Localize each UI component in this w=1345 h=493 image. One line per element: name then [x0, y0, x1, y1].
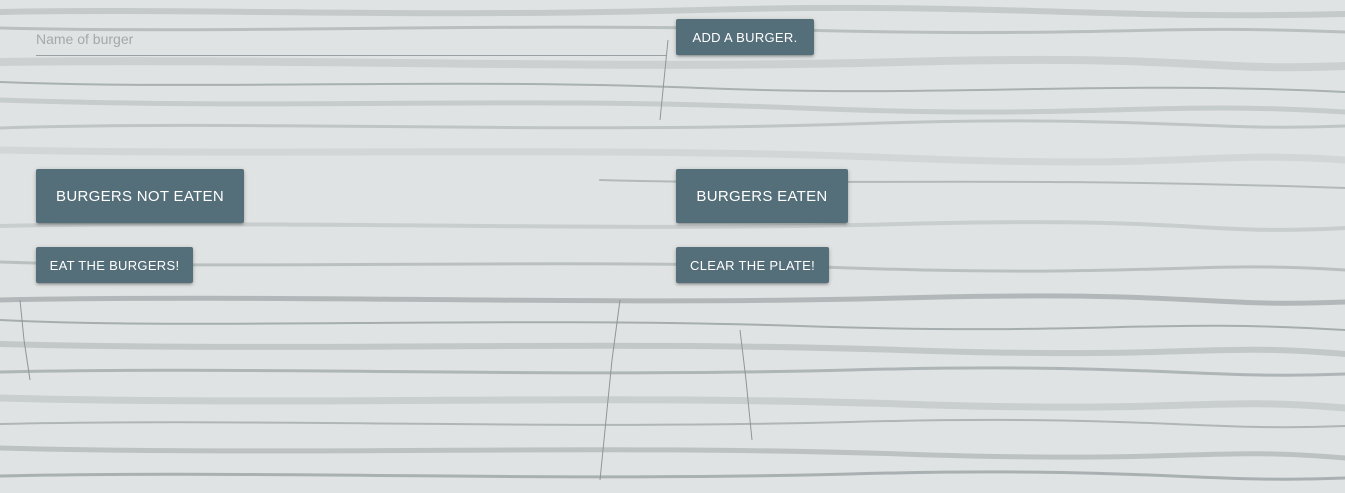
add-burger-button[interactable]: ADD A BURGER.: [676, 19, 814, 55]
clear-the-plate-button[interactable]: CLEAR THE PLATE!: [676, 247, 829, 283]
eat-the-burgers-button[interactable]: EAT THE BURGERS!: [36, 247, 193, 283]
burgers-eaten-button[interactable]: BURGERS EATEN: [676, 169, 848, 223]
burger-name-input[interactable]: [36, 22, 666, 56]
marble-background: [0, 0, 1345, 493]
burgers-not-eaten-button[interactable]: BURGERS NOT EATEN: [36, 169, 244, 223]
